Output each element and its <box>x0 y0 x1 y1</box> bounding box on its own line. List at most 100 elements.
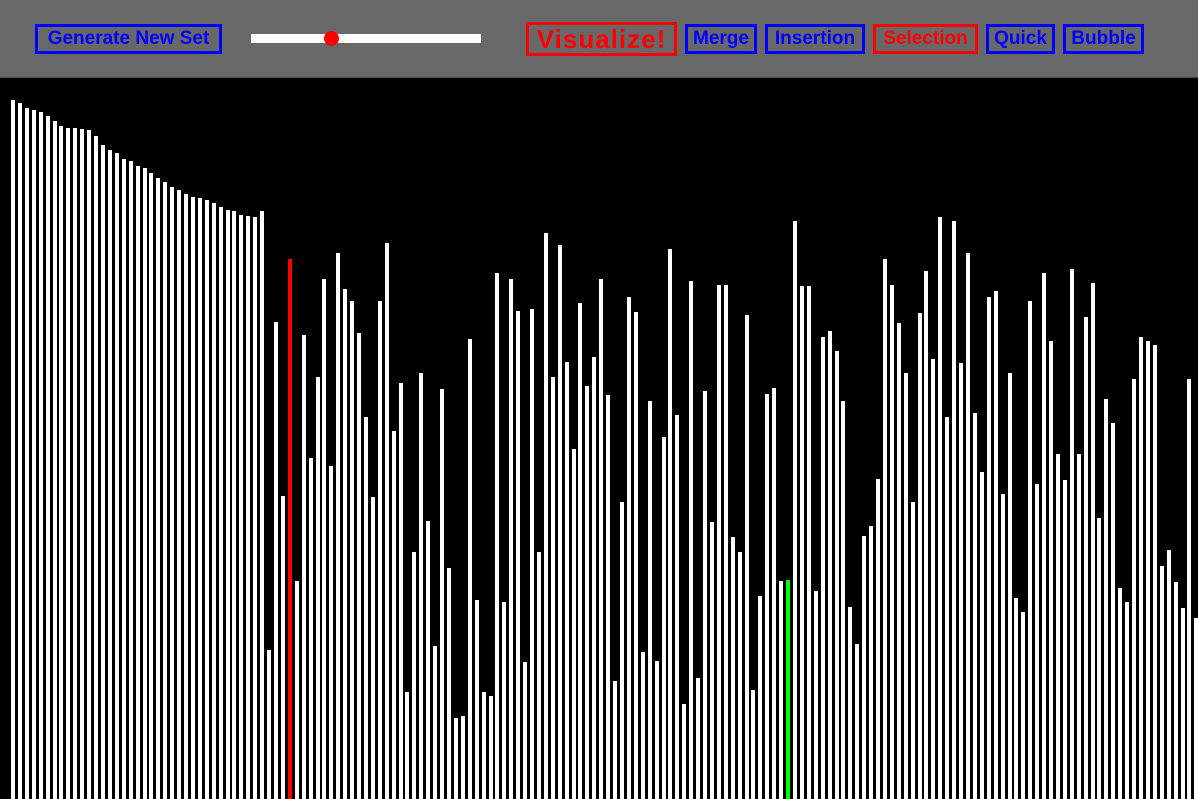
array-bar <box>654 661 659 799</box>
array-bar <box>571 449 576 799</box>
slider-thumb[interactable] <box>324 31 339 46</box>
array-bar <box>647 401 652 799</box>
visualize-button[interactable]: Visualize! <box>526 22 677 56</box>
array-bar <box>329 466 334 799</box>
array-bar <box>107 150 112 799</box>
array-bar <box>211 203 216 799</box>
array-bar <box>813 591 818 799</box>
array-bar <box>294 581 299 799</box>
array-bar <box>1187 379 1192 799</box>
array-bar <box>820 337 825 799</box>
array-bar <box>564 362 569 799</box>
array-bar <box>336 253 341 799</box>
array-bar <box>94 136 98 799</box>
array-bar <box>959 363 963 799</box>
array-bar <box>696 678 701 799</box>
array-bars-canvas <box>0 79 1198 799</box>
array-bar <box>1152 345 1157 799</box>
array-bar <box>779 581 784 799</box>
array-bar <box>716 285 721 799</box>
array-bar <box>986 297 991 799</box>
array-bar <box>315 377 320 799</box>
array-bar <box>896 323 901 799</box>
merge-sort-button[interactable]: Merge <box>685 24 757 54</box>
array-bar <box>640 652 645 799</box>
toolbar: Generate New Set Visualize! Merge Insert… <box>0 0 1198 78</box>
array-bar <box>758 596 763 799</box>
array-bar <box>834 351 839 799</box>
array-bar <box>1173 582 1178 799</box>
array-bar <box>343 289 348 799</box>
array-bar <box>1076 454 1081 799</box>
quick-sort-button[interactable]: Quick <box>986 24 1055 54</box>
array-bar <box>197 198 202 799</box>
array-bar <box>876 479 880 799</box>
array-bar <box>45 116 50 799</box>
array-bar <box>377 301 382 799</box>
array-bar <box>80 129 85 799</box>
array-bar <box>177 190 182 799</box>
array-bar <box>903 373 908 799</box>
array-bar <box>509 279 514 799</box>
array-bar <box>523 662 528 799</box>
array-bar <box>121 159 126 799</box>
array-bar <box>24 108 29 799</box>
array-bar <box>620 502 624 799</box>
array-bar <box>447 568 451 799</box>
array-bar <box>357 333 361 799</box>
array-bar <box>488 696 493 799</box>
array-bar <box>1007 373 1012 799</box>
array-bar <box>938 217 943 799</box>
array-bar <box>308 458 313 799</box>
array-bar-compare <box>786 580 790 799</box>
array-bar <box>156 178 161 799</box>
array-bar <box>1125 602 1130 799</box>
array-bar <box>536 552 541 799</box>
array-bar <box>1000 494 1005 799</box>
array-bar <box>440 389 444 799</box>
array-bar <box>772 388 777 799</box>
array-bar <box>1166 550 1171 799</box>
array-bar <box>682 704 687 799</box>
array-bar <box>59 126 64 799</box>
array-bar <box>730 537 735 799</box>
array-bar <box>101 145 105 799</box>
array-bar <box>931 359 936 799</box>
array-bar <box>578 303 583 799</box>
array-bar <box>689 281 694 799</box>
array-bar <box>530 309 534 799</box>
insertion-sort-button[interactable]: Insertion <box>765 24 865 54</box>
array-bar <box>460 716 465 799</box>
array-bar <box>626 297 631 799</box>
array-bar <box>945 417 950 799</box>
array-bar <box>703 391 707 799</box>
array-bar <box>1021 612 1026 799</box>
array-bar <box>467 339 472 799</box>
array-bar <box>267 650 271 799</box>
array-bar <box>11 100 15 799</box>
array-bar <box>301 335 306 799</box>
bubble-sort-button[interactable]: Bubble <box>1063 24 1144 54</box>
selection-sort-button[interactable]: Selection <box>873 24 978 54</box>
array-bar <box>239 215 244 799</box>
array-bar <box>370 497 375 799</box>
array-bar <box>1069 269 1074 799</box>
array-bar <box>1132 379 1136 799</box>
array-bar <box>246 216 251 799</box>
array-bar <box>585 386 590 799</box>
array-bar <box>66 128 71 799</box>
array-bar <box>184 194 188 799</box>
array-bar <box>1104 399 1109 799</box>
array-bar <box>723 285 728 799</box>
generate-new-set-button[interactable]: Generate New Set <box>35 24 222 54</box>
array-bar <box>149 173 154 799</box>
slider-track[interactable] <box>251 34 481 43</box>
array-bar <box>31 110 36 799</box>
array-bar <box>633 312 638 799</box>
array-bar <box>889 285 894 799</box>
speed-slider[interactable] <box>251 31 481 46</box>
array-bar <box>232 211 237 799</box>
array-bar <box>1028 301 1033 799</box>
array-bar <box>606 395 611 799</box>
array-bar <box>142 168 147 799</box>
